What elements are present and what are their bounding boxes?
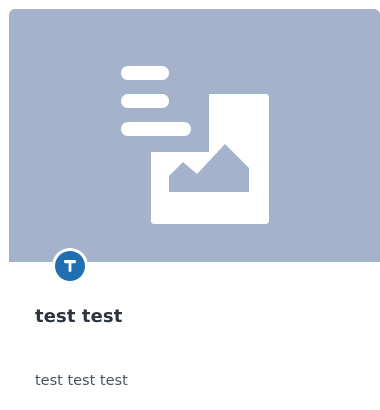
image-text-placeholder-icon xyxy=(121,66,269,224)
card-title[interactable]: test test xyxy=(35,306,122,327)
content-card[interactable]: test test test test test xyxy=(9,9,380,410)
card-image-placeholder xyxy=(9,9,380,262)
category-badge xyxy=(52,248,88,284)
pin-icon xyxy=(64,260,76,272)
card-description: test test test xyxy=(35,373,128,389)
